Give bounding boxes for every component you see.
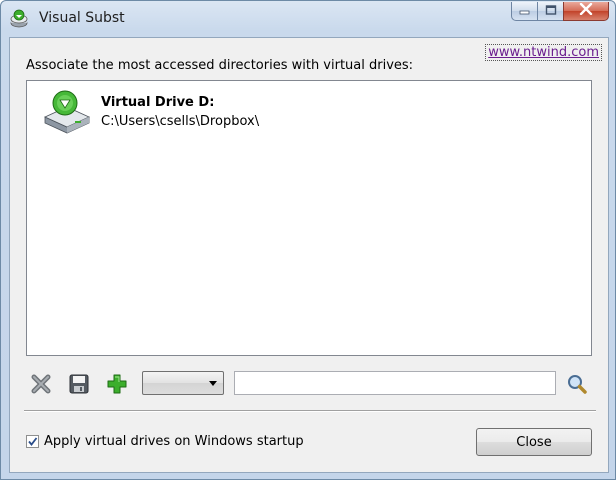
maximize-button[interactable] xyxy=(537,2,563,21)
startup-checkbox-label[interactable]: Apply virtual drives on Windows startup xyxy=(44,434,304,449)
app-window: Visual Subst www.ntwind.com Associate th… xyxy=(0,0,616,480)
client-area: www.ntwind.com Associate the most access… xyxy=(9,37,609,473)
chevron-down-icon xyxy=(209,381,217,386)
list-item[interactable]: Virtual Drive D: C:\Users\csells\Dropbox… xyxy=(41,87,281,135)
drive-icon xyxy=(9,9,29,29)
close-icon xyxy=(579,2,593,19)
close-button[interactable]: Close xyxy=(476,428,592,456)
drive-title: Virtual Drive D: xyxy=(101,95,215,110)
folder-path-input[interactable] xyxy=(234,371,556,395)
add-plus-icon[interactable] xyxy=(106,373,128,395)
minimize-icon xyxy=(519,4,531,19)
magnifier-browse-icon[interactable] xyxy=(566,373,588,395)
title-bar[interactable]: Visual Subst xyxy=(1,1,615,37)
caption-buttons xyxy=(511,2,609,21)
description-label: Associate the most accessed directories … xyxy=(26,58,414,73)
floppy-disk-icon[interactable] xyxy=(68,373,90,395)
drive-letter-select[interactable] xyxy=(142,371,224,395)
startup-checkbox[interactable] xyxy=(26,435,39,448)
close-window-button[interactable] xyxy=(563,2,609,21)
startup-option[interactable]: Apply virtual drives on Windows startup xyxy=(26,434,304,449)
maximize-icon xyxy=(545,4,557,19)
drive-path: C:\Users\csells\Dropbox\ xyxy=(101,114,260,129)
drive-list[interactable]: Virtual Drive D: C:\Users\csells\Dropbox… xyxy=(26,80,592,356)
website-link[interactable]: www.ntwind.com xyxy=(485,44,602,61)
divider xyxy=(24,410,596,412)
delete-x-icon[interactable] xyxy=(30,373,52,395)
window-title: Visual Subst xyxy=(39,10,125,26)
minimize-button[interactable] xyxy=(511,2,537,21)
virtual-drive-icon xyxy=(41,87,93,135)
